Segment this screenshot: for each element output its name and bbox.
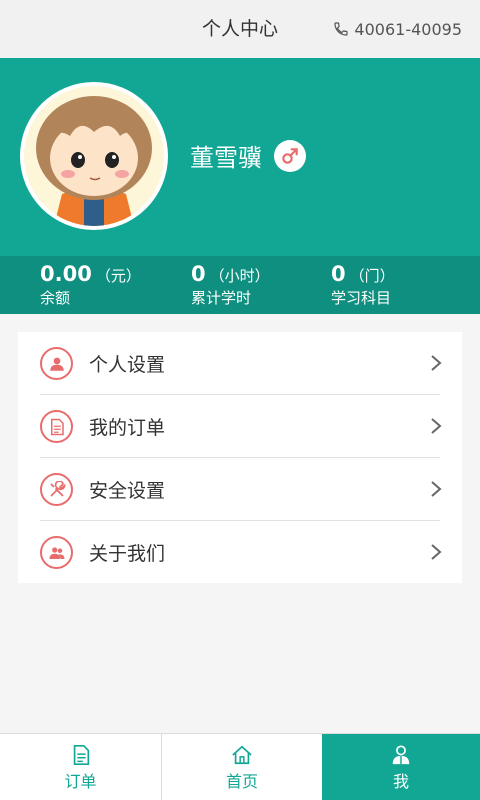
stat-label: 余额 [40, 289, 71, 307]
stat-unit: （小时） [209, 267, 270, 285]
home-icon [232, 745, 252, 764]
tools-icon [40, 473, 73, 506]
phone-contact[interactable]: 40061-40095 [333, 0, 462, 58]
tab-home[interactable]: 首页 [161, 734, 322, 800]
document-icon [40, 410, 73, 443]
tab-orders[interactable]: 订单 [0, 734, 161, 800]
stat-balance[interactable]: 0.00 （元） 余额 [40, 262, 141, 308]
stat-unit: （门） [349, 267, 395, 285]
top-bar: 个人中心 40061-40095 [0, 0, 480, 58]
chevron-right-icon [431, 355, 442, 371]
person-icon [40, 347, 73, 380]
stat-value: 0 [191, 262, 206, 286]
menu-item-label: 安全设置 [89, 480, 166, 502]
menu-item-my-orders[interactable]: 我的订单 [18, 395, 462, 458]
phone-icon [334, 22, 349, 36]
profile-header: 董雪骥 [0, 58, 480, 256]
stat-label: 学习科目 [331, 289, 392, 307]
menu-item-label: 个人设置 [89, 354, 166, 376]
user-icon [392, 744, 410, 764]
tab-me[interactable]: 我 [322, 734, 480, 800]
chevron-right-icon [431, 544, 442, 560]
bottom-tab-bar: 订单 首页 我 [0, 733, 480, 800]
menu-item-label: 我的订单 [89, 417, 166, 439]
avatar[interactable] [20, 82, 168, 230]
document-icon [73, 744, 89, 765]
menu-item-label: 关于我们 [89, 543, 166, 565]
stat-subjects[interactable]: 0 （门） 学习科目 [331, 262, 395, 308]
stats-bar: 0.00 （元） 余额 0 （小时） 累计学时 0 （门） 学习科目 [0, 256, 480, 314]
stat-value: 0 [331, 262, 346, 286]
menu-item-personal-settings[interactable]: 个人设置 [18, 332, 462, 395]
tab-label: 首页 [225, 771, 258, 791]
group-icon [40, 536, 73, 569]
tab-label: 订单 [64, 771, 97, 791]
chevron-right-icon [431, 481, 442, 497]
user-name: 董雪骥 [190, 144, 262, 172]
tab-label: 我 [392, 771, 409, 791]
menu-item-security-settings[interactable]: 安全设置 [18, 458, 462, 521]
stat-label: 累计学时 [191, 289, 252, 307]
male-icon [274, 140, 306, 172]
menu-item-about-us[interactable]: 关于我们 [18, 521, 462, 584]
stat-unit: （元） [95, 267, 141, 285]
stat-value: 0.00 [40, 262, 92, 286]
avatar-image [24, 86, 164, 226]
phone-number[interactable]: 40061-40095 [354, 20, 462, 39]
stat-study-hours[interactable]: 0 （小时） 累计学时 [191, 262, 270, 308]
settings-menu: 个人设置 我的订单 安全设置 关于我们 [18, 332, 462, 583]
chevron-right-icon [431, 418, 442, 434]
